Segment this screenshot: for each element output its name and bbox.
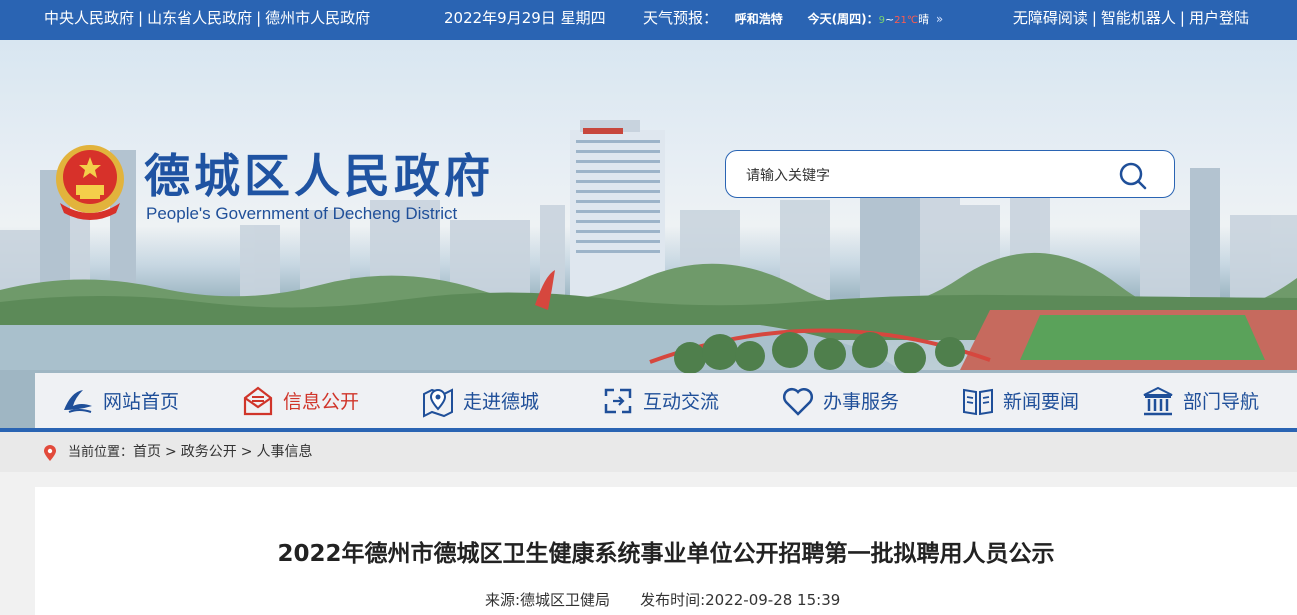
site-subtitle: People's Government of Decheng District — [146, 204, 458, 223]
link-user-login[interactable]: 用户登陆 — [1189, 9, 1249, 27]
article-panel: 2022年德州市德城区卫生健康系统事业单位公开招聘第一批拟聘用人员公示 来源:德… — [35, 487, 1297, 615]
separator: | — [256, 9, 262, 27]
weather-widget: 天气预报： 呼和浩特 今天(周四)：9~21℃晴 » — [643, 0, 943, 39]
link-dezhou-gov[interactable]: 德州市人民政府 — [265, 9, 370, 27]
search-box — [725, 150, 1175, 198]
breadcrumb-separator: > — [240, 444, 253, 460]
home-swoosh-icon — [64, 389, 92, 413]
breadcrumb-personnel-info[interactable]: 人事信息 — [256, 444, 312, 460]
article-title: 2022年德州市德城区卫生健康系统事业单位公开招聘第一批拟聘用人员公示 — [277, 541, 1055, 567]
breadcrumb-home[interactable]: 首页 — [133, 444, 161, 460]
weather-day: 今天(周四)： — [807, 12, 879, 26]
separator: | — [1179, 9, 1185, 27]
header-banner: 德城区人民政府 People's Government of Decheng D… — [0, 40, 1297, 428]
weather-tilde: ~ — [884, 13, 895, 26]
city-skyline-image — [0, 120, 1297, 428]
location-pin-icon — [44, 445, 56, 461]
breadcrumb-gov-affairs[interactable]: 政务公开 — [181, 444, 237, 460]
book-icon — [963, 388, 993, 415]
breadcrumb: 当前位置：首页 > 政务公开 > 人事信息 — [0, 432, 1297, 472]
building-icon — [1143, 386, 1173, 415]
nav-item-label: 网站首页 — [103, 391, 180, 413]
site-title: 德城区人民政府 — [144, 149, 494, 203]
search-input[interactable] — [744, 163, 1108, 189]
map-pin-icon — [423, 387, 453, 418]
weather-high: 21℃ — [894, 15, 919, 26]
nav-item-news[interactable]: 新闻要闻 — [961, 373, 1079, 428]
link-accessible-reading[interactable]: 无障碍阅读 — [1013, 9, 1088, 27]
link-shandong-gov[interactable]: 山东省人民政府 — [147, 9, 252, 27]
separator: | — [138, 9, 144, 27]
nav-item-label: 新闻要闻 — [1003, 391, 1080, 413]
mail-icon — [243, 386, 273, 415]
main-nav: 网站首页 信息公开 走进德城 互动交流 办事服务 新闻要闻 部门导航 — [35, 373, 1297, 428]
utility-links: 无障碍阅读 | 智能机器人 | 用户登陆 — [1013, 0, 1249, 36]
exchange-icon — [604, 388, 632, 413]
current-date: 2022年9月29日 星期四 — [444, 9, 606, 27]
nav-item-label: 走进德城 — [463, 391, 540, 413]
nav-item-label: 办事服务 — [823, 391, 900, 413]
nav-item-departments[interactable]: 部门导航 — [1141, 373, 1259, 428]
separator: | — [1091, 9, 1097, 27]
nav-item-interaction[interactable]: 互动交流 — [601, 373, 719, 428]
article-meta: 来源:德城区卫健局 发布时间:2022-09-28 15:39 — [485, 589, 840, 610]
top-bar: 中央人民政府 | 山东省人民政府 | 德州市人民政府 2022年9月29日 星期四 天气… — [0, 0, 1297, 40]
weather-condition: 晴 — [918, 13, 930, 26]
nav-item-label: 部门导航 — [1183, 391, 1260, 413]
nav-item-label: 互动交流 — [643, 391, 720, 413]
link-smart-robot[interactable]: 智能机器人 — [1101, 9, 1176, 27]
national-emblem-icon — [56, 145, 124, 220]
nav-item-home[interactable]: 网站首页 — [61, 373, 179, 428]
breadcrumb-trail: 当前位置：首页 > 政务公开 > 人事信息 — [68, 432, 312, 473]
heart-icon — [782, 387, 814, 416]
search-icon[interactable] — [1118, 161, 1148, 191]
article-publish-time: 发布时间:2022-09-28 15:39 — [640, 591, 841, 609]
nav-item-services[interactable]: 办事服务 — [781, 373, 899, 428]
breadcrumb-label: 当前位置： — [68, 445, 134, 460]
gov-links: 中央人民政府 | 山东省人民政府 | 德州市人民政府 — [44, 0, 370, 36]
weather-city: 呼和浩特 — [734, 12, 783, 26]
weather-label: 天气预报： — [643, 9, 719, 27]
nav-item-info-disclosure[interactable]: 信息公开 — [241, 373, 359, 428]
nav-item-label: 信息公开 — [283, 391, 360, 413]
weather-more-icon[interactable]: » — [936, 12, 943, 26]
breadcrumb-separator: > — [165, 444, 177, 460]
article-source: 来源:德城区卫健局 — [485, 591, 611, 609]
link-central-gov[interactable]: 中央人民政府 — [44, 9, 134, 27]
nav-item-about-decheng[interactable]: 走进德城 — [421, 373, 539, 428]
